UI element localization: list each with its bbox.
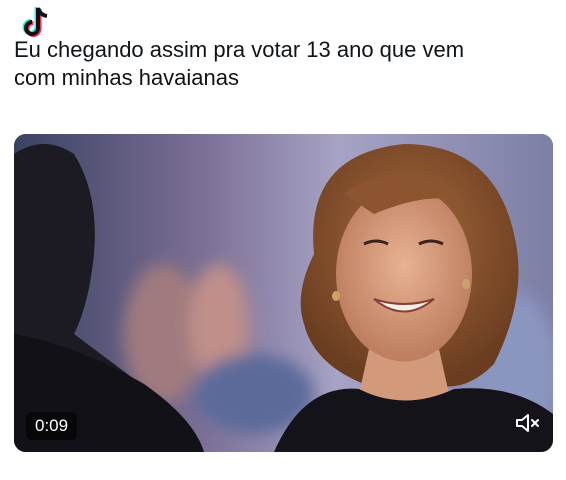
post-text: Eu chegando assim pra votar 13 ano que v… <box>14 36 544 92</box>
speaker-muted-icon[interactable] <box>515 412 541 434</box>
video-frame <box>14 134 553 452</box>
post-text-line-1: Eu chegando assim pra votar 13 ano que v… <box>14 37 465 62</box>
tweet-media-post: Eu chegando assim pra votar 13 ano que v… <box>0 0 566 480</box>
video-player[interactable]: 0:09 <box>14 134 553 452</box>
post-text-line-2: com minhas havaianas <box>14 65 240 90</box>
video-time-badge: 0:09 <box>26 412 78 440</box>
